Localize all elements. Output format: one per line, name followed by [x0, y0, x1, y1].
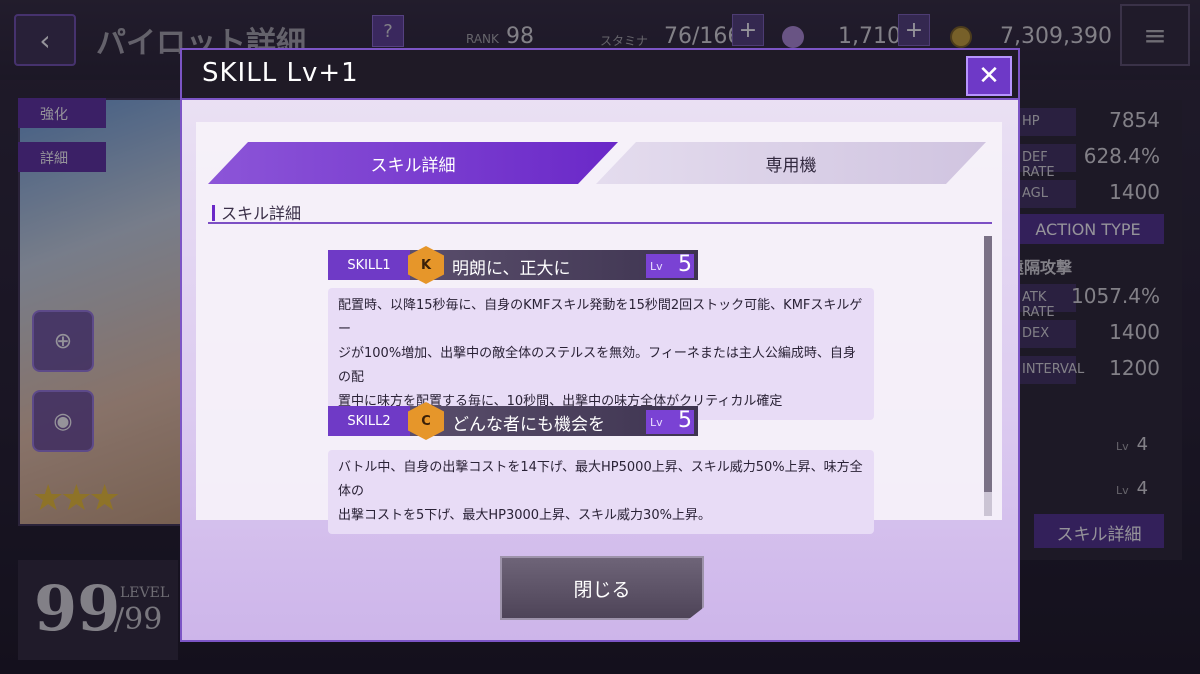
modal-header: SKILL Lv+1 ✕	[182, 50, 1018, 100]
skill2-description: バトル中、自身の出撃コストを14下げ、最大HP5000上昇、スキル威力50%上昇…	[328, 450, 874, 534]
skill-levelup-modal: SKILL Lv+1 ✕ 専用機 スキル詳細 スキル詳細 SKILL1 K 明朗…	[180, 48, 1020, 642]
modal-title: SKILL Lv+1	[202, 58, 359, 88]
skill1-description: 配置時、以降15秒毎に、自身のKMFスキル発動を15秒間2回ストック可能、KMF…	[328, 288, 874, 420]
skill1-desc-line: ジが100%増加、出撃中の敵全体のステルスを無効。フィーネまたは主人公編成時、自…	[338, 346, 856, 385]
tab-exclusive-unit[interactable]: 専用機	[596, 142, 986, 184]
skill2-desc-line: バトル中、自身の出撃コストを14下げ、最大HP5000上昇、スキル威力50%上昇…	[338, 460, 863, 499]
skill2-header: SKILL2 C どんな者にも機会を Lv 5	[328, 402, 698, 440]
section-divider	[208, 222, 992, 224]
modal-close-button[interactable]: ✕	[966, 56, 1012, 96]
skill1-desc-line: 配置時、以降15秒毎に、自身のKMFスキル発動を15秒間2回ストック可能、KMF…	[338, 298, 863, 337]
skill1-level: 5	[678, 252, 692, 277]
skill2-tag: SKILL2	[328, 406, 410, 436]
skill2-level-label: Lv	[650, 416, 663, 429]
tab-skill-detail[interactable]: スキル詳細	[208, 142, 618, 184]
skill2-name: どんな者にも機会を	[452, 415, 605, 435]
skill1-level-label: Lv	[650, 260, 663, 273]
skill2-level: 5	[678, 408, 692, 433]
modal-content: 専用機 スキル詳細 スキル詳細 SKILL1 K 明朗に、正大に Lv 5 配置…	[196, 122, 1002, 534]
section-title: スキル詳細	[212, 200, 301, 224]
scrollbar-thumb[interactable]	[984, 236, 992, 492]
skill1-name: 明朗に、正大に	[452, 259, 571, 279]
close-button[interactable]: 閉じる	[500, 556, 704, 620]
skill1-tag: SKILL1	[328, 250, 410, 280]
skill1-header: SKILL1 K 明朗に、正大に Lv 5	[328, 246, 698, 284]
skill2-desc-line: 出撃コストを5下げ、最大HP3000上昇、スキル威力30%上昇。	[338, 508, 711, 523]
close-icon: ✕	[978, 61, 1000, 91]
